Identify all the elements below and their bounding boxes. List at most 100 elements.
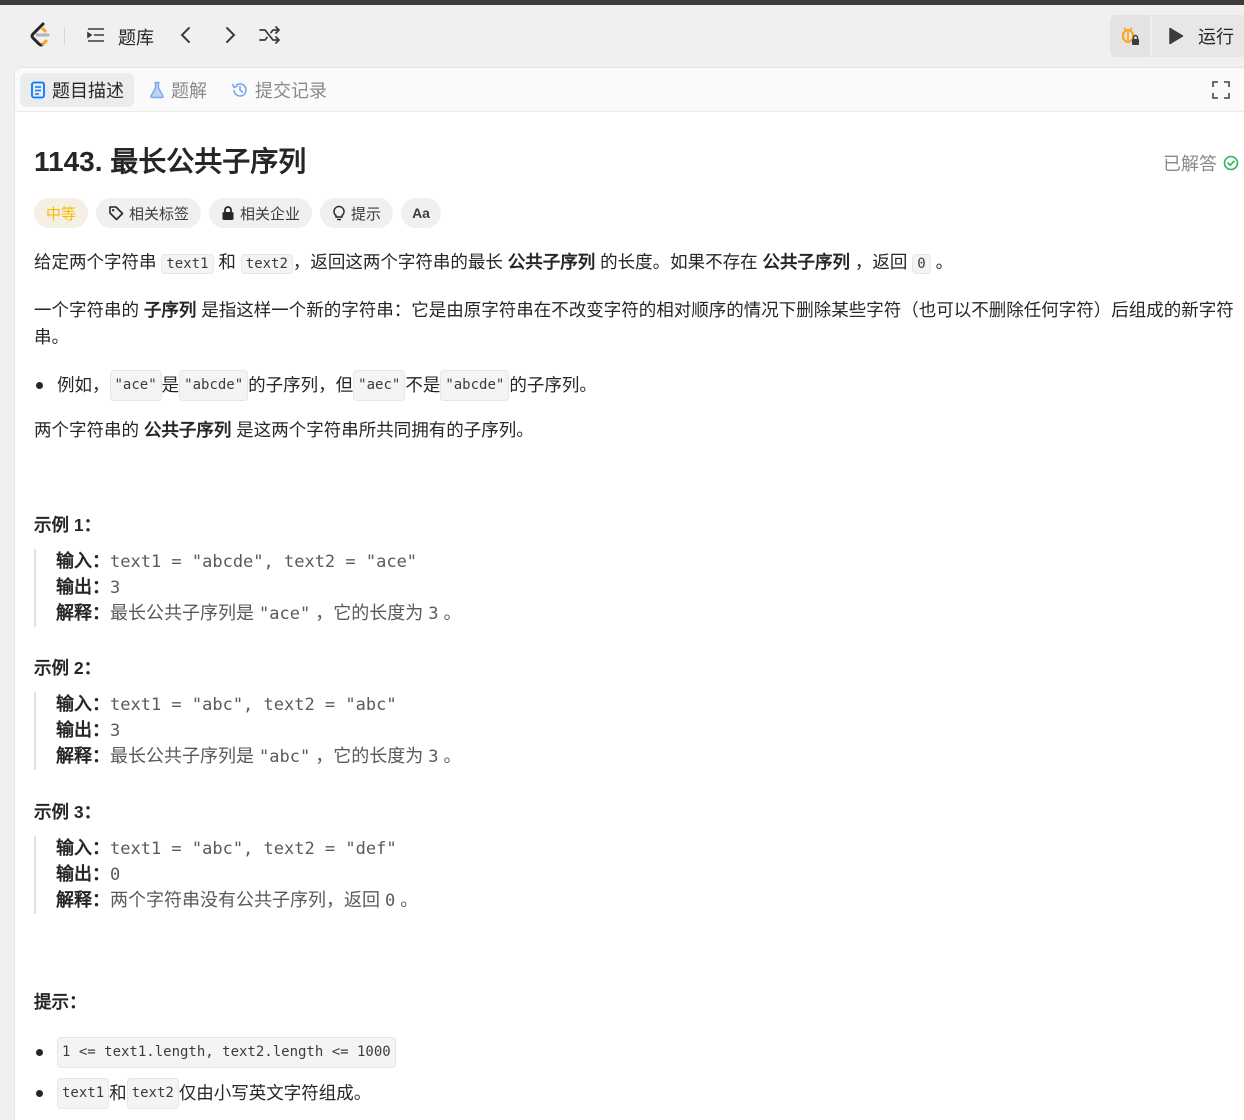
related-tags-button[interactable]: 相关标签: [96, 198, 202, 228]
text: 两个字符串没有公共子序列，返回: [110, 890, 385, 910]
text: 例如，: [57, 375, 110, 395]
value: text1 = "abc", text2 = "def": [110, 839, 397, 859]
example-1-heading: 示例 1：: [34, 515, 102, 535]
value: 3: [110, 721, 121, 741]
text: 。: [438, 603, 462, 623]
text: 。: [438, 746, 462, 766]
text: 和: [213, 252, 241, 272]
text: 给定两个字符串: [34, 252, 162, 272]
value: 3: [428, 747, 439, 767]
bullet-dot: [36, 1049, 43, 1056]
constraints-heading: 提示：: [34, 992, 87, 1012]
run-label: 运行: [1198, 27, 1234, 47]
inline-code: "aec": [353, 370, 406, 401]
inline-code: text2: [240, 254, 293, 274]
constraint-item: 1 <= text1.length, text2.length <= 1000: [34, 1037, 396, 1068]
shuffle-icon[interactable]: [258, 24, 282, 46]
example-input-line: 输入：text1 = "abc", text2 = "abc": [56, 692, 1034, 718]
related-companies-button[interactable]: 相关企业: [209, 198, 313, 228]
label: 输出：: [56, 720, 110, 740]
lock-icon: [222, 206, 234, 220]
check-circle-icon: [1223, 155, 1239, 171]
text: ，它的长度为: [310, 603, 429, 623]
text: ，返回这两个字符串的最长: [292, 252, 508, 272]
solved-label: 已解答: [1163, 154, 1217, 174]
text: 是: [161, 375, 180, 395]
text: ，返回: [850, 252, 913, 272]
example-2-block: 输入：text1 = "abc", text2 = "abc" 输出：3 解释：…: [34, 692, 1034, 770]
text: 的长度。如果不存在: [595, 252, 763, 272]
label: 解释：: [56, 746, 110, 766]
constraint-item: text1 和 text2 仅由小写英文字符组成。: [34, 1078, 371, 1109]
top-navbar: 题库 运行: [0, 5, 1244, 65]
label: 输出：: [56, 864, 110, 884]
tab-submissions[interactable]: 提交记录: [231, 73, 327, 107]
text: 两个字符串的: [34, 420, 144, 440]
translate-icon: Aa: [412, 205, 430, 221]
panel-tabbar: 题目描述 题解 提交记录: [15, 68, 1244, 112]
problem-list-icon[interactable]: [86, 25, 106, 45]
bold-text: 公共子序列: [507, 252, 596, 272]
text: 是这两个字符串所共同拥有的子序列。: [231, 420, 534, 440]
bold-text: 子序列: [143, 300, 197, 320]
label: 解释：: [56, 890, 110, 910]
chevron-left-icon[interactable]: [176, 24, 196, 46]
bold-text: 公共子序列: [762, 252, 851, 272]
value: "ace": [259, 604, 311, 624]
value: text1 = "abc", text2 = "abc": [110, 695, 397, 715]
tab-solutions[interactable]: 题解: [149, 73, 207, 107]
label: 输入：: [56, 551, 110, 571]
inline-code: 1 <= text1.length, text2.length <= 1000: [57, 1037, 396, 1068]
example-output-line: 输出：3: [56, 718, 1034, 744]
text: 和: [109, 1083, 127, 1103]
text: 最长公共子序列是: [110, 746, 260, 766]
value: 0: [385, 891, 396, 911]
page-title: 1143. 最长公共子序列: [34, 146, 307, 177]
tab-label: 提交记录: [255, 81, 327, 101]
translate-button[interactable]: Aa: [401, 198, 441, 228]
tag-label: 相关企业: [240, 205, 301, 223]
inline-code: "abcde": [179, 370, 249, 401]
label: 输入：: [56, 694, 110, 714]
example-1-block: 输入：text1 = "abcde", text2 = "ace" 输出：3 解…: [34, 549, 1034, 627]
example-2-heading: 示例 2：: [34, 658, 102, 678]
example-3-block: 输入：text1 = "abc", text2 = "def" 输出：0 解释：…: [34, 836, 1034, 914]
leetcode-logo-icon[interactable]: [26, 21, 54, 49]
inline-code: text1: [161, 254, 214, 274]
debug-button[interactable]: [1110, 15, 1150, 57]
text: 一个字符串的: [34, 300, 144, 320]
text: 。: [395, 890, 419, 910]
example-explain-line: 解释：最长公共子序列是 "abc" ，它的长度为 3 。: [56, 744, 1034, 770]
text: 最长公共子序列是: [110, 603, 260, 623]
bug-lock-icon: [1122, 27, 1139, 45]
description-bullet: 例如， "ace" 是 "abcde" 的子序列，但 "aec" 不是 "abcd…: [34, 370, 597, 401]
document-icon: [31, 81, 45, 99]
inline-code: 0: [912, 254, 931, 274]
example-output-line: 输出：0: [56, 862, 1034, 888]
value: "abc": [259, 747, 311, 767]
tag-label: 相关标签: [129, 205, 190, 223]
play-icon: [1169, 27, 1184, 45]
text: 的子序列，但: [248, 375, 354, 395]
text: ，它的长度为: [310, 746, 429, 766]
description-paragraph-1: 给定两个字符串 text1 和 text2 ，返回这两个字符串的最长 公共子序列 …: [34, 249, 1239, 278]
value: 0: [110, 865, 121, 885]
solved-status: 已解答: [1163, 150, 1239, 176]
text: 仅由小写英文字符组成。: [178, 1083, 372, 1103]
tab-label: 题解: [171, 81, 207, 101]
problem-list-link[interactable]: 题库: [118, 24, 154, 50]
description-paragraph-2: 一个字符串的 子序列 是指这样一个新的字符串：它是由原字符串在不改变字符的相对顺…: [34, 297, 1239, 351]
example-input-line: 输入：text1 = "abc", text2 = "def": [56, 836, 1034, 862]
tab-description[interactable]: 题目描述: [20, 73, 134, 107]
chevron-right-icon[interactable]: [220, 24, 240, 46]
label: 输出：: [56, 577, 110, 597]
run-button[interactable]: 运行: [1152, 15, 1244, 57]
hint-button[interactable]: 提示: [320, 198, 394, 228]
inline-code: "abcde": [440, 370, 510, 401]
fullscreen-icon[interactable]: [1211, 80, 1231, 100]
tag-label: 提示: [351, 205, 382, 223]
difficulty-badge: 中等: [34, 198, 89, 228]
example-explain-line: 解释：最长公共子序列是 "ace" ，它的长度为 3 。: [56, 601, 1034, 627]
label: 输入：: [56, 838, 110, 858]
example-input-line: 输入：text1 = "abcde", text2 = "ace": [56, 549, 1034, 575]
